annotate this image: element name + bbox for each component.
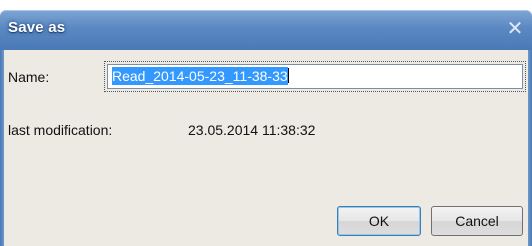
cancel-button[interactable]: Cancel xyxy=(431,206,523,236)
ok-button[interactable]: OK xyxy=(337,206,421,236)
last-modification-value: 23.05.2014 11:38:32 xyxy=(188,122,316,138)
close-icon[interactable]: ✕ xyxy=(504,18,526,40)
last-modification-label: last modification: xyxy=(8,122,113,138)
name-input-value: Read_2014-05-23_11-38-33 xyxy=(112,67,288,85)
window-frame-right xyxy=(528,50,532,246)
dialog-title: Save as xyxy=(8,19,66,36)
window-frame-left xyxy=(0,50,4,246)
name-input[interactable]: Read_2014-05-23_11-38-33 xyxy=(107,64,523,89)
text-caret xyxy=(287,68,289,83)
dialog-titlebar[interactable]: Save as ✕ xyxy=(0,10,532,50)
save-as-dialog: Save as ✕ Name: Read_2014-05-23_11-38-33… xyxy=(0,0,532,246)
name-label: Name: xyxy=(8,69,50,85)
